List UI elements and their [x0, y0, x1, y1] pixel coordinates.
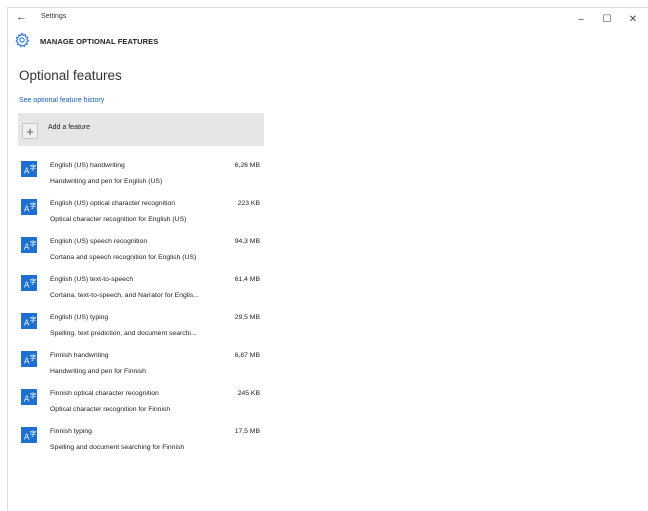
close-button[interactable]: ✕: [620, 10, 646, 28]
feature-description: Handwriting and pen for English (US): [50, 178, 163, 185]
add-feature-button[interactable]: + Add a feature: [18, 113, 264, 146]
feature-item[interactable]: A字 Finnish handwriting 6,87 MB Handwriti…: [18, 344, 264, 382]
feature-size: 94,3 MB: [234, 238, 260, 245]
feature-history-link[interactable]: See optional feature history: [19, 97, 104, 104]
add-feature-label: Add a feature: [48, 124, 91, 131]
svg-text:字: 字: [30, 315, 37, 324]
language-icon: A字: [21, 389, 37, 405]
title-bar: ← Settings – ☐ ✕: [8, 8, 648, 30]
svg-text:字: 字: [30, 429, 37, 438]
page-header: MANAGE OPTIONAL FEATURES: [8, 32, 648, 50]
feature-name: English (US) text-to-speech: [50, 276, 134, 283]
feature-size: 6,87 MB: [234, 352, 260, 359]
feature-list: A字 English (US) handwriting 6,26 MB Hand…: [18, 154, 264, 458]
feature-description: Spelling, text prediction, and document …: [50, 330, 197, 337]
feature-name: Finnish optical character recognition: [50, 390, 159, 397]
feature-size: 29,5 MB: [234, 314, 260, 321]
feature-description: Optical character recognition for Englis…: [50, 216, 187, 223]
settings-window: ← Settings – ☐ ✕ MANAGE OPTIONAL FEATURE…: [7, 7, 648, 511]
feature-item[interactable]: A字 Finnish optical character recognition…: [18, 382, 264, 420]
feature-item[interactable]: A字 English (US) text-to-speech 61,4 MB C…: [18, 268, 264, 306]
feature-name: English (US) handwriting: [50, 162, 125, 169]
svg-text:字: 字: [30, 239, 37, 248]
window-controls: – ☐ ✕: [568, 10, 646, 28]
header-title: MANAGE OPTIONAL FEATURES: [40, 37, 159, 46]
feature-item[interactable]: A字 Finnish typing 17,5 MB Spelling and d…: [18, 420, 264, 458]
feature-item[interactable]: A字 English (US) typing 29,5 MB Spelling,…: [18, 306, 264, 344]
language-icon: A字: [21, 161, 37, 177]
svg-text:字: 字: [30, 391, 37, 400]
feature-size: 17,5 MB: [234, 428, 260, 435]
feature-description: Cortana, text-to-speech, and Narrator fo…: [50, 292, 199, 299]
minimize-button[interactable]: –: [568, 10, 594, 28]
feature-name: Finnish handwriting: [50, 352, 109, 359]
feature-size: 6,26 MB: [234, 162, 260, 169]
svg-text:字: 字: [30, 277, 37, 286]
feature-description: Cortana and speech recognition for Engli…: [50, 254, 197, 261]
svg-text:字: 字: [30, 163, 37, 172]
plus-icon: +: [22, 123, 38, 139]
feature-description: Optical character recognition for Finnis…: [50, 406, 171, 413]
language-icon: A字: [21, 199, 37, 215]
feature-item[interactable]: A字 English (US) speech recognition 94,3 …: [18, 230, 264, 268]
feature-size: 245 KB: [237, 390, 260, 397]
language-icon: A字: [21, 237, 37, 253]
feature-name: Finnish typing: [50, 428, 92, 435]
feature-item[interactable]: A字 English (US) optical character recogn…: [18, 192, 264, 230]
maximize-button[interactable]: ☐: [594, 10, 620, 28]
feature-size: 61,4 MB: [234, 276, 260, 283]
feature-name: English (US) speech recognition: [50, 238, 148, 245]
feature-size: 223 KB: [237, 200, 260, 207]
language-icon: A字: [21, 427, 37, 443]
feature-name: English (US) optical character recogniti…: [50, 200, 176, 207]
page-title: Optional features: [19, 68, 122, 83]
back-arrow-icon[interactable]: ←: [16, 11, 27, 23]
feature-description: Handwriting and pen for Finnish: [50, 368, 146, 375]
language-icon: A字: [21, 275, 37, 291]
svg-text:字: 字: [30, 201, 37, 210]
gear-icon: [15, 32, 30, 48]
feature-item[interactable]: A字 English (US) handwriting 6,26 MB Hand…: [18, 154, 264, 192]
language-icon: A字: [21, 351, 37, 367]
svg-text:字: 字: [30, 353, 37, 362]
feature-description: Spelling and document searching for Finn…: [50, 444, 185, 451]
feature-name: English (US) typing: [50, 314, 109, 321]
app-title: Settings: [41, 13, 67, 20]
language-icon: A字: [21, 313, 37, 329]
